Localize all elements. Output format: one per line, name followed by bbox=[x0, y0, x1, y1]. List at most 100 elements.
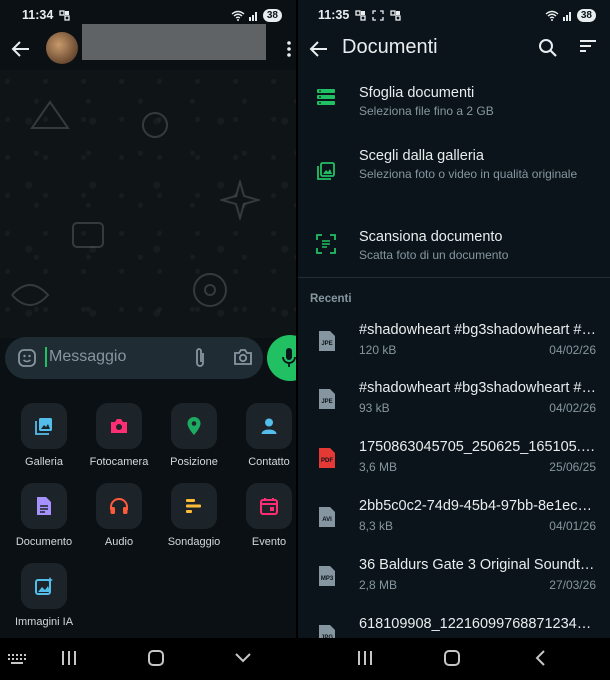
camera-icon[interactable] bbox=[233, 348, 253, 366]
option-subtitle: Seleziona file fino a 2 GB bbox=[359, 104, 494, 118]
more-options-icon[interactable] bbox=[286, 40, 292, 58]
notification-icon bbox=[390, 9, 401, 21]
file-type-text: PDF bbox=[321, 458, 333, 464]
signal-icon bbox=[562, 11, 571, 21]
sticker-icon[interactable] bbox=[17, 348, 37, 368]
status-time: 11:35 bbox=[318, 8, 350, 22]
redacted-contact-name[interactable] bbox=[82, 24, 266, 60]
attach-icon[interactable] bbox=[193, 347, 207, 369]
attach-audio[interactable]: Audio bbox=[82, 483, 156, 548]
sort-icon[interactable] bbox=[579, 39, 597, 53]
chat-wallpaper bbox=[0, 70, 296, 338]
mic-button[interactable] bbox=[267, 335, 296, 381]
avatar[interactable] bbox=[46, 32, 78, 64]
file-icon: JPE bbox=[319, 331, 335, 351]
file-icon: AVI bbox=[319, 507, 335, 527]
attach-gallery[interactable]: Galleria bbox=[7, 403, 81, 468]
scan-icon bbox=[316, 234, 336, 254]
recents-icon[interactable] bbox=[358, 650, 372, 666]
file-date: 04/01/26 bbox=[549, 519, 596, 533]
option-title: Sfoglia documenti bbox=[359, 85, 475, 101]
doodle-icon bbox=[72, 222, 104, 248]
file-name: 36 Baldurs Gate 3 Original Soundtrack.mp… bbox=[359, 557, 597, 573]
page-title: Documenti bbox=[342, 36, 438, 58]
file-type-text: JPE bbox=[321, 399, 332, 405]
file-name: #shadowheart #bg3shadowheart #bg3 #baldu… bbox=[359, 380, 597, 396]
wifi-icon bbox=[231, 10, 245, 21]
attach-label: Sondaggio bbox=[167, 536, 221, 548]
battery-indicator: 38 bbox=[262, 8, 282, 22]
back-arrow-icon[interactable] bbox=[308, 38, 330, 60]
file-type-text: AVI bbox=[322, 517, 332, 523]
documents-header: Documenti bbox=[298, 30, 610, 70]
recent-file-row[interactable]: JPE #shadowheart #bg3shadowheart #bg3 #ba… bbox=[298, 322, 610, 374]
chevron-down-icon[interactable] bbox=[235, 653, 251, 663]
file-icon: PDF bbox=[319, 448, 335, 468]
attach-poll[interactable]: Sondaggio bbox=[157, 483, 231, 548]
recent-file-row[interactable]: PDF 1750863045705_250625_165105.pdf 3,6 MB… bbox=[298, 439, 610, 491]
attach-label: Contatto bbox=[248, 456, 290, 468]
file-icon: MP3 bbox=[319, 566, 335, 586]
file-date: 27/03/26 bbox=[549, 578, 596, 592]
keyboard-icon[interactable] bbox=[8, 654, 26, 664]
nav-bar bbox=[0, 638, 296, 680]
headphones-icon bbox=[110, 498, 128, 514]
back-icon[interactable] bbox=[535, 650, 545, 666]
option-subtitle: Scatta foto di un documento bbox=[359, 248, 509, 262]
camera-icon bbox=[111, 419, 127, 433]
doodle-icon bbox=[11, 284, 50, 306]
screenshot-icon bbox=[372, 9, 384, 21]
attach-location[interactable]: Posizione bbox=[157, 403, 231, 468]
attach-contact[interactable]: Contatto bbox=[232, 403, 296, 468]
status-time: 11:34 bbox=[22, 8, 54, 22]
recent-file-row[interactable]: JPE #shadowheart #bg3shadowheart #bg3 #ba… bbox=[298, 380, 610, 432]
option-subtitle: Seleziona foto o video in qualità origin… bbox=[359, 167, 578, 181]
attach-camera[interactable]: Fotocamera bbox=[82, 403, 156, 468]
message-input[interactable]: Messaggio bbox=[45, 347, 126, 367]
recent-file-row[interactable]: MP3 36 Baldurs Gate 3 Original Soundtrack… bbox=[298, 557, 610, 609]
chat-screen: 11:34 38 Messaggio Galleria Fotocamera P… bbox=[0, 0, 296, 680]
message-input-bar[interactable]: Messaggio bbox=[5, 337, 263, 379]
message-placeholder: Messaggio bbox=[49, 348, 127, 365]
file-date: 04/02/26 bbox=[549, 343, 596, 357]
back-arrow-icon[interactable] bbox=[10, 38, 32, 60]
mic-icon bbox=[282, 348, 296, 367]
home-icon[interactable] bbox=[444, 650, 460, 666]
option-browse-documents[interactable]: Sfoglia documenti Seleziona file fino a … bbox=[298, 82, 610, 132]
file-name: 618109908_1221609976887123456.jpg bbox=[359, 616, 597, 632]
signal-icon bbox=[248, 11, 257, 21]
file-icon: JPE bbox=[319, 389, 335, 409]
ai-image-icon bbox=[35, 577, 53, 595]
poll-icon bbox=[186, 499, 201, 513]
file-size: 93 kB bbox=[359, 401, 390, 415]
attach-label: Evento bbox=[251, 536, 287, 548]
option-choose-gallery[interactable]: Scegli dalla galleria Seleziona foto o v… bbox=[298, 145, 610, 205]
file-name: 2bb5c0c2-74d9-45b4-97bb-8e1ec0a9d0f1.avi bbox=[359, 498, 597, 514]
option-scan-document[interactable]: Scansiona documento Scatta foto di un do… bbox=[298, 226, 610, 268]
doodle-icon bbox=[193, 273, 227, 307]
attach-label: Immagini IA bbox=[14, 616, 74, 628]
notification-icon bbox=[355, 9, 366, 21]
attachment-sheet: Galleria Fotocamera Posizione Contatto D… bbox=[0, 386, 296, 638]
calendar-icon bbox=[260, 498, 278, 515]
status-bar: 11:35 38 bbox=[298, 0, 610, 30]
home-icon[interactable] bbox=[148, 650, 164, 666]
doodle-icon bbox=[30, 100, 70, 129]
recent-section-label: Recenti bbox=[310, 293, 352, 305]
file-size: 3,6 MB bbox=[359, 460, 398, 474]
attach-event[interactable]: Evento bbox=[232, 483, 296, 548]
attach-document[interactable]: Documento bbox=[7, 483, 81, 548]
gallery-icon bbox=[317, 162, 335, 180]
recent-file-row[interactable]: AVI 2bb5c0c2-74d9-45b4-97bb-8e1ec0a9d0f1.… bbox=[298, 498, 610, 550]
attach-label: Fotocamera bbox=[89, 456, 149, 468]
search-icon[interactable] bbox=[538, 38, 558, 58]
attach-label: Documento bbox=[15, 536, 73, 548]
recents-icon[interactable] bbox=[62, 650, 76, 666]
file-size: 2,8 MB bbox=[359, 578, 398, 592]
attach-ai-images[interactable]: Immagini IA bbox=[7, 563, 81, 628]
option-title: Scansiona documento bbox=[359, 229, 503, 245]
notification-icon bbox=[59, 9, 70, 21]
battery-indicator: 38 bbox=[576, 8, 596, 22]
doodle-icon bbox=[142, 112, 168, 138]
nav-bar bbox=[298, 638, 610, 680]
